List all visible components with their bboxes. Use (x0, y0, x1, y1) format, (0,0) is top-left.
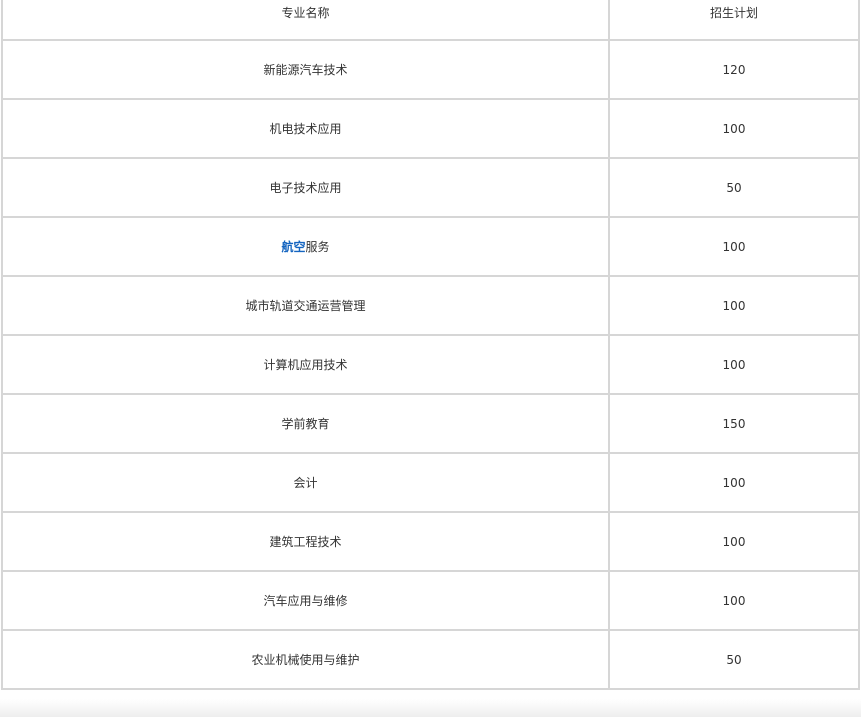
table-row: 会计 100 (1, 452, 860, 513)
enrollment-plan-cell: 100 (608, 216, 860, 277)
header-enrollment-plan: 招生计划 (608, 0, 860, 41)
bottom-edge-shadow (0, 699, 861, 717)
enrollment-plan-value: 100 (722, 298, 746, 313)
major-name-cell: 航空服务 (1, 216, 610, 277)
table-row: 建筑工程技术 100 (1, 511, 860, 572)
major-keyword-link[interactable]: 航空 (281, 240, 305, 254)
enrollment-table-container: 专业名称 招生计划 新能源汽车技术 120 机电技术应用 100 电子技术应用 50 航空服… (0, 0, 861, 717)
table-row: 农业机械使用与维护 50 (1, 629, 860, 690)
enrollment-plan-cell: 100 (608, 570, 860, 631)
enrollment-plan-value: 100 (722, 534, 746, 549)
major-name-text: 城市轨道交通运营管理 (245, 299, 366, 313)
table-row: 电子技术应用 50 (1, 157, 860, 218)
major-name-cell: 机电技术应用 (1, 98, 610, 159)
enrollment-plan-value: 100 (722, 475, 746, 490)
major-name-text: 计算机应用技术 (263, 358, 348, 372)
header-major-name: 专业名称 (1, 0, 610, 41)
major-name-cell: 会计 (1, 452, 610, 513)
enrollment-plan-cell: 120 (608, 39, 860, 100)
enrollment-plan-value: 150 (722, 416, 746, 431)
table-row: 计算机应用技术 100 (1, 334, 860, 395)
enrollment-plan-value: 100 (722, 239, 746, 254)
major-name-text: 汽车应用与维修 (263, 594, 348, 608)
enrollment-plan-value: 100 (722, 593, 746, 608)
enrollment-plan-cell: 100 (608, 98, 860, 159)
major-name-cell: 计算机应用技术 (1, 334, 610, 395)
major-name-cell: 新能源汽车技术 (1, 39, 610, 100)
enrollment-plan-cell: 100 (608, 511, 860, 572)
enrollment-plan-cell: 100 (608, 452, 860, 513)
enrollment-plan-cell: 50 (608, 629, 860, 690)
major-name-text: 农业机械使用与维护 (251, 653, 360, 667)
enrollment-plan-cell: 100 (608, 334, 860, 395)
enrollment-plan-value: 100 (722, 357, 746, 372)
table-row: 汽车应用与维修 100 (1, 570, 860, 631)
enrollment-plan-value: 50 (726, 180, 742, 195)
table-row: 城市轨道交通运营管理 100 (1, 275, 860, 336)
major-name-text: 学前教育 (281, 417, 330, 431)
table-row: 机电技术应用 100 (1, 98, 860, 159)
major-name-text-suffix: 服务 (305, 240, 330, 254)
major-name-cell: 汽车应用与维修 (1, 570, 610, 631)
major-name-text: 机电技术应用 (269, 122, 342, 136)
major-name-cell: 建筑工程技术 (1, 511, 610, 572)
table-row: 航空服务 100 (1, 216, 860, 277)
table-body: 新能源汽车技术 120 机电技术应用 100 电子技术应用 50 航空服务 100 城市轨道交通… (1, 39, 860, 690)
table-header-row: 专业名称 招生计划 (1, 0, 860, 41)
major-name-cell: 学前教育 (1, 393, 610, 454)
enrollment-plan-value: 120 (722, 62, 746, 77)
major-name-cell: 电子技术应用 (1, 157, 610, 218)
enrollment-plan-cell: 150 (608, 393, 860, 454)
enrollment-plan-cell: 50 (608, 157, 860, 218)
enrollment-plan-value: 100 (722, 121, 746, 136)
enrollment-plan-value: 50 (726, 652, 742, 667)
enrollment-plan-table: 专业名称 招生计划 新能源汽车技术 120 机电技术应用 100 电子技术应用 50 航空服… (1, 0, 860, 690)
enrollment-plan-cell: 100 (608, 275, 860, 336)
major-name-text: 新能源汽车技术 (263, 63, 348, 77)
table-row: 学前教育 150 (1, 393, 860, 454)
major-name-cell: 农业机械使用与维护 (1, 629, 610, 690)
table-row: 新能源汽车技术 120 (1, 39, 860, 100)
major-name-cell: 城市轨道交通运营管理 (1, 275, 610, 336)
major-name-text: 电子技术应用 (269, 181, 342, 195)
major-name-text: 建筑工程技术 (269, 535, 342, 549)
major-name-text: 会计 (293, 476, 318, 490)
